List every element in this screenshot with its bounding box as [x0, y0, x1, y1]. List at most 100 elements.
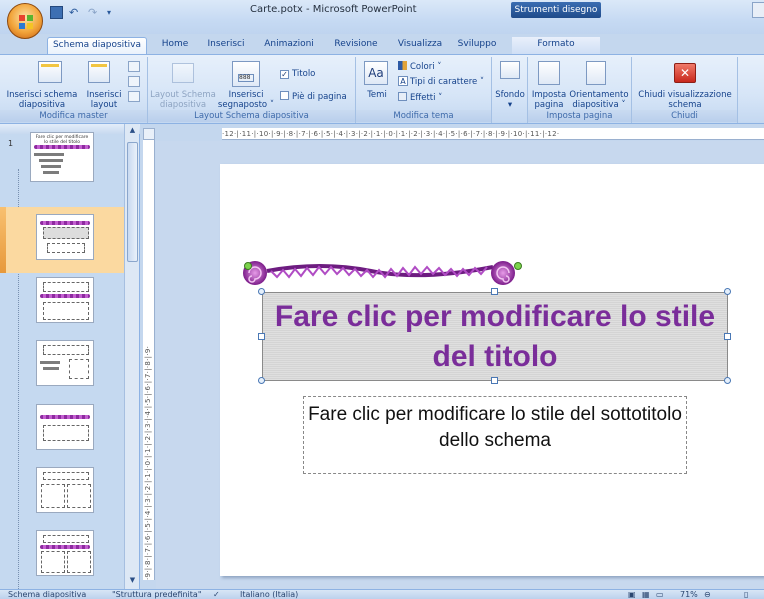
zoom-out-icon[interactable]: ⊖: [704, 590, 711, 599]
insert-layout-label-2: layout: [90, 100, 118, 110]
resize-handle-ne[interactable]: [724, 288, 731, 295]
tab-sviluppo[interactable]: Sviluppo: [455, 37, 499, 54]
thumbnail-wave: [40, 294, 90, 298]
insert-layout-icon: [88, 61, 110, 83]
close-master-view-button[interactable]: Chiudi visualizzazione schema: [634, 90, 736, 110]
tab-visualizza[interactable]: Visualizza: [393, 37, 447, 54]
group-label-layout-schema: Layout Schema diapositiva: [148, 110, 355, 122]
scroll-down-arrow-icon[interactable]: ▼: [128, 576, 137, 585]
undo-icon[interactable]: ↶: [69, 6, 82, 19]
resize-handle-e[interactable]: [724, 333, 731, 340]
status-view: Schema diapositiva: [8, 590, 87, 599]
resize-handle-w[interactable]: [258, 333, 265, 340]
tab-home[interactable]: Home: [156, 37, 194, 54]
thumbnail-content-box: [69, 359, 89, 379]
wave-adjust-handle-right[interactable]: [514, 262, 522, 270]
close-master-icon: ✕: [674, 63, 696, 83]
group-label-chiudi: Chiudi: [632, 110, 737, 122]
background-dropdown-icon: ▾: [507, 100, 513, 110]
delete-icon[interactable]: [128, 61, 140, 72]
resize-handle-sw[interactable]: [258, 377, 265, 384]
scroll-up-arrow-icon[interactable]: ▲: [128, 126, 137, 135]
insert-placeholder-label-2: segnaposto ˅: [217, 100, 275, 110]
rename-icon[interactable]: [128, 76, 140, 87]
resize-handle-n[interactable]: [491, 288, 498, 295]
resize-handle-se[interactable]: [724, 377, 731, 384]
thumbnail-content-box: [67, 551, 91, 573]
qat-customize-icon[interactable]: ▾: [107, 6, 120, 19]
thumbnail-layout-3[interactable]: [36, 340, 94, 386]
insert-placeholder-button[interactable]: Inserisci segnaposto ˅: [216, 90, 276, 110]
effects-button[interactable]: Effetti ˅: [398, 92, 488, 103]
themes-button[interactable]: Temi: [358, 90, 396, 100]
tab-animazioni[interactable]: Animazioni: [258, 37, 320, 54]
tab-formato[interactable]: Formato: [512, 37, 600, 54]
decorative-wave[interactable]: [241, 257, 519, 289]
background-button[interactable]: Sfondo ▾: [492, 90, 528, 110]
thumbnail-subtitle-box: [47, 243, 85, 253]
spellcheck-icon[interactable]: ✓: [213, 590, 220, 599]
thumbnail-title-box: [43, 345, 89, 355]
effects-label: Effetti ˅: [410, 93, 443, 103]
effects-icon: [398, 92, 407, 101]
thumbnail-layout-2[interactable]: [36, 277, 94, 323]
vertical-ruler-scale: ·9·|·8·|·7·|·6·|·5·|·4·|·3·|·2·|·1·|·0·|…: [144, 345, 152, 580]
thumbnail-line: [43, 367, 59, 370]
sorter-view-icon[interactable]: ▦: [642, 590, 650, 599]
thumbnail-wave: [40, 221, 90, 225]
group-sfondo: Sfondo ▾: [492, 57, 528, 123]
ribbon-tabs: Schema diapositiva Home Inserisci Animaz…: [0, 34, 764, 54]
orientation-button[interactable]: Orientamento diapositiva ˅: [568, 90, 630, 110]
title-placeholder-text[interactable]: Fare clic per modificare lo stile del ti…: [263, 297, 727, 377]
subtitle-placeholder-text[interactable]: Fare clic per modificare lo stile del so…: [304, 402, 686, 454]
preserve-icon[interactable]: [128, 91, 140, 102]
colors-button[interactable]: Colori ˅: [398, 61, 490, 72]
resize-handle-s[interactable]: [491, 377, 498, 384]
resize-handle-nw[interactable]: [258, 288, 265, 295]
tab-inserisci[interactable]: Inserisci: [203, 37, 249, 54]
redo-icon[interactable]: ↷: [88, 6, 101, 19]
page-setup-button[interactable]: Imposta pagina: [530, 90, 568, 110]
zoom-level[interactable]: 71%: [680, 590, 698, 599]
insert-layout-button[interactable]: Inserisci layout: [84, 90, 124, 110]
group-modifica-tema: Aa Temi Colori ˅ A Tipi di carattere ˅ Ef…: [356, 57, 492, 123]
wave-adjust-handle-left[interactable]: [244, 262, 252, 270]
thumbnail-layout-4[interactable]: [36, 404, 94, 450]
thumbnail-layout-5[interactable]: [36, 467, 94, 513]
save-icon[interactable]: [50, 5, 63, 19]
colors-label: Colori ˅: [410, 62, 442, 72]
insert-master-label-1: Inserisci schema: [6, 90, 78, 100]
normal-view-icon[interactable]: ▣: [628, 590, 636, 599]
group-label-imposta-pagina: Imposta pagina: [528, 110, 631, 122]
thumbnail-master[interactable]: Fare clic per modificare lo stile del ti…: [30, 132, 94, 182]
title-placeholder[interactable]: Fare clic per modificare lo stile del ti…: [262, 292, 728, 381]
thumbnail-title-box: [43, 282, 89, 292]
window-title: Carte.potx - Microsoft PowerPoint: [250, 4, 417, 15]
scroll-thumb[interactable]: [127, 142, 138, 262]
thumbnail-layout-title[interactable]: [36, 214, 94, 260]
thumbnail-wave: [40, 415, 90, 419]
thumbnail-content-box: [43, 302, 89, 320]
tab-schema-diapositiva[interactable]: Schema diapositiva: [47, 37, 147, 54]
group-imposta-pagina: Imposta pagina Orientamento diapositiva …: [528, 57, 632, 123]
context-tab-title: Strumenti disegno: [511, 2, 601, 18]
thumbnail-layout-6[interactable]: [36, 530, 94, 576]
fonts-button[interactable]: A Tipi di carattere ˅: [398, 76, 492, 87]
slideshow-view-icon[interactable]: ▭: [656, 590, 664, 599]
group-chiudi: ✕ Chiudi visualizzazione schema Chiudi: [632, 57, 738, 123]
slide-number: 1: [8, 139, 14, 148]
office-button[interactable]: [7, 3, 43, 39]
footer-checkbox[interactable]: Piè di pagina: [280, 91, 354, 102]
insert-master-button[interactable]: Inserisci schema diapositiva: [2, 90, 82, 110]
thumbnails-scrollbar[interactable]: ▲ ▼: [124, 124, 139, 589]
tab-revisione[interactable]: Revisione: [330, 37, 382, 54]
zoom-slider[interactable]: ▯: [744, 590, 748, 599]
horizontal-ruler: ·12·|·11·|·10·|·9·|·8·|·7·|·6·|·5·|·4·|·…: [222, 128, 764, 140]
master-layout-button[interactable]: Layout Schema diapositiva: [150, 90, 216, 110]
subtitle-placeholder[interactable]: Fare clic per modificare lo stile del so…: [303, 396, 687, 474]
title-checkbox[interactable]: ✓ Titolo: [280, 69, 350, 79]
insert-master-label-2: diapositiva: [18, 100, 66, 110]
thumbnail-title-box: [43, 535, 89, 543]
minimize-button[interactable]: [752, 2, 764, 18]
themes-icon: Aa: [364, 61, 388, 85]
